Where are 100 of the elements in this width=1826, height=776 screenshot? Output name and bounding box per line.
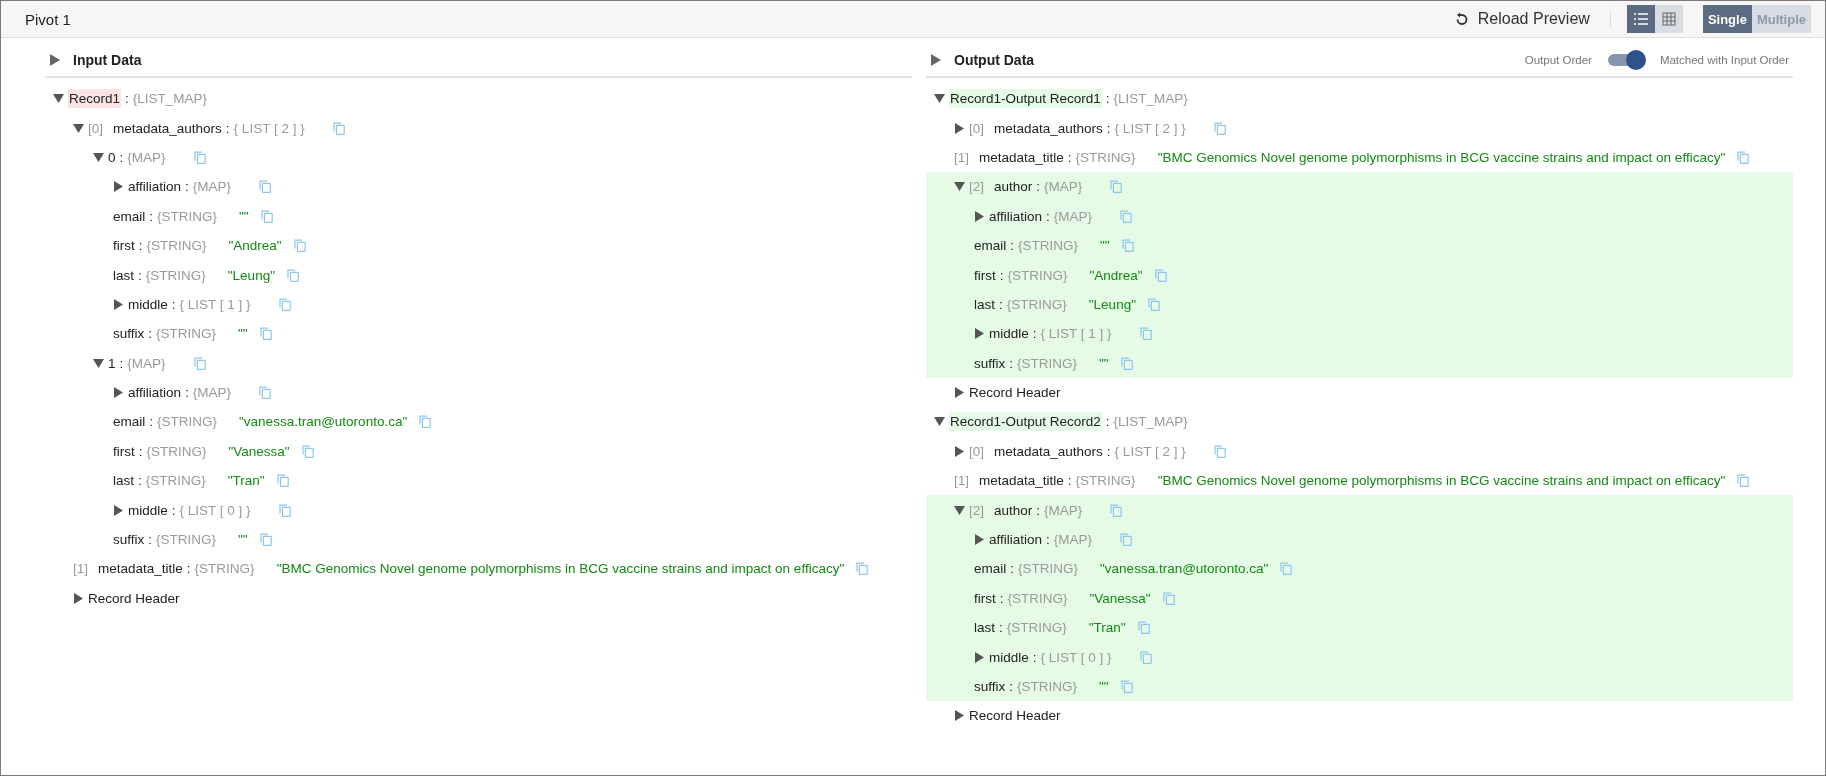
key-separator: : [171, 502, 176, 518]
key-separator: : [149, 414, 154, 430]
copy-icon[interactable] [286, 268, 299, 282]
reload-preview-button[interactable]: Reload Preview [1449, 8, 1594, 30]
key-separator: : [999, 590, 1004, 606]
key-separator: : [1009, 355, 1014, 371]
caret-right-icon[interactable] [113, 387, 124, 399]
copy-icon[interactable] [259, 327, 272, 341]
field-type: {MAP} [1053, 208, 1093, 224]
copy-icon[interactable] [1137, 621, 1150, 635]
field-type: { LIST [ 2 ] } [233, 120, 305, 136]
field-value: "" [1100, 238, 1110, 254]
list-view-button[interactable] [1626, 5, 1655, 33]
caret-right-icon[interactable] [974, 651, 985, 663]
caret-down-icon[interactable] [53, 93, 64, 105]
copy-icon[interactable] [1213, 444, 1226, 458]
caret-right-icon[interactable] [113, 504, 124, 516]
copy-icon[interactable] [278, 297, 291, 311]
copy-icon[interactable] [1110, 503, 1123, 517]
field-type: {STRING} [146, 238, 207, 254]
index-label: [0] [969, 120, 984, 136]
caret-down-icon[interactable] [934, 416, 945, 428]
caret-right-icon[interactable] [49, 53, 61, 67]
copy-icon[interactable] [301, 444, 314, 458]
copy-icon[interactable] [259, 386, 272, 400]
field-type: {STRING} [1075, 149, 1136, 165]
copy-icon[interactable] [278, 503, 291, 517]
caret-down-icon[interactable] [934, 93, 945, 105]
copy-icon[interactable] [293, 239, 306, 253]
copy-icon[interactable] [1120, 356, 1133, 370]
caret-right-icon[interactable] [954, 710, 965, 722]
copy-icon[interactable] [276, 474, 289, 488]
list-icon [1632, 12, 1649, 26]
caret-right-icon[interactable] [113, 181, 124, 193]
field-type: { LIST [ 2 ] } [1114, 443, 1186, 459]
field-name: suffix [974, 679, 1006, 694]
copy-icon[interactable] [260, 209, 273, 223]
copy-icon[interactable] [1110, 180, 1123, 194]
field-type: { LIST [ 0 ] } [1040, 649, 1112, 665]
field-value: "" [238, 326, 248, 342]
caret-right-icon[interactable] [954, 387, 965, 399]
record-mode-tab[interactable]: Single [1702, 5, 1752, 33]
caret-right-icon[interactable] [930, 53, 942, 67]
copy-icon[interactable] [259, 180, 272, 194]
copy-icon[interactable] [332, 121, 345, 135]
copy-icon[interactable] [856, 562, 869, 576]
caret-down-icon[interactable] [954, 504, 965, 516]
output-order-value: Matched with Input Order [1659, 54, 1789, 66]
copy-icon[interactable] [1147, 297, 1160, 311]
field-value: "" [239, 208, 249, 224]
field-name: Record Header [88, 590, 180, 606]
caret-right-icon[interactable] [974, 210, 985, 222]
field-type: {MAP} [192, 385, 232, 401]
copy-icon[interactable] [259, 533, 272, 547]
field-type: {STRING} [156, 326, 217, 342]
field-type: {STRING} [1006, 296, 1067, 312]
key-separator: : [1106, 120, 1111, 136]
field-name: metadata_title [98, 561, 183, 577]
field-name: metadata_authors [113, 120, 222, 136]
copy-icon[interactable] [1139, 650, 1152, 664]
copy-icon[interactable] [1213, 121, 1226, 135]
field-name: Record Header [969, 385, 1061, 401]
field-type: { LIST [ 1 ] } [1040, 326, 1112, 342]
field-type: { LIST [ 0 ] } [179, 502, 251, 518]
key-separator: : [149, 208, 154, 224]
copy-icon[interactable] [1280, 562, 1293, 576]
key-separator: : [999, 296, 1003, 312]
key-separator: : [185, 385, 189, 401]
caret-right-icon[interactable] [974, 328, 985, 340]
copy-icon[interactable] [419, 415, 432, 429]
caret-right-icon[interactable] [113, 298, 124, 310]
caret-down-icon[interactable] [954, 181, 965, 193]
copy-icon[interactable] [1737, 474, 1750, 488]
copy-icon[interactable] [193, 356, 206, 370]
copy-icon[interactable] [1154, 268, 1167, 282]
caret-down-icon[interactable] [73, 122, 84, 134]
copy-icon[interactable] [1162, 591, 1175, 605]
field-type: {LIST_MAP} [132, 91, 208, 107]
caret-right-icon[interactable] [954, 445, 965, 457]
field-type: {STRING} [157, 208, 218, 224]
copy-icon[interactable] [1737, 150, 1750, 164]
copy-icon[interactable] [1120, 533, 1133, 547]
caret-right-icon[interactable] [73, 592, 84, 604]
copy-icon[interactable] [1121, 239, 1134, 253]
caret-right-icon[interactable] [954, 122, 965, 134]
caret-right-icon[interactable] [974, 534, 985, 546]
caret-down-icon[interactable] [93, 357, 104, 369]
caret-down-icon[interactable] [93, 151, 104, 163]
field-value: "" [1099, 679, 1109, 694]
copy-icon[interactable] [1120, 209, 1133, 223]
copy-icon[interactable] [1120, 680, 1133, 693]
copy-icon[interactable] [193, 150, 206, 164]
key-separator: : [1036, 502, 1041, 518]
field-type: {STRING} [1007, 590, 1068, 606]
key-separator: : [1010, 561, 1015, 577]
copy-icon[interactable] [1139, 327, 1152, 341]
field-type: {STRING} [1018, 561, 1079, 577]
field-type: {STRING} [156, 532, 217, 548]
field-value: "Vanessa" [228, 443, 290, 459]
key-separator: : [1105, 91, 1110, 107]
